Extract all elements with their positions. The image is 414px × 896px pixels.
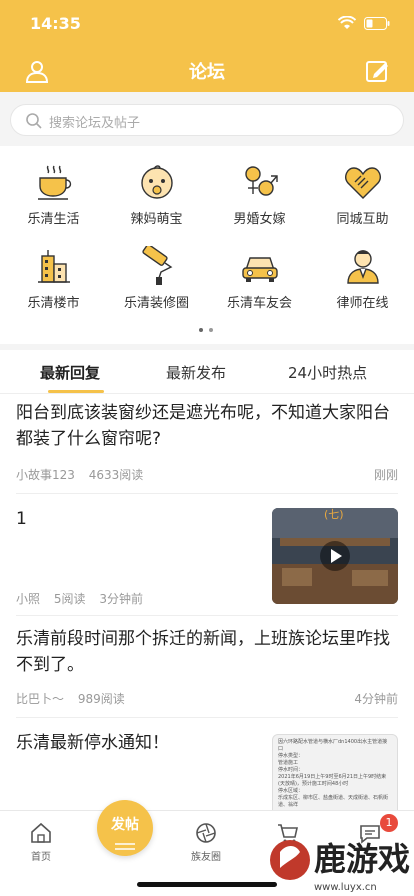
post-feed: 阳台到底该装窗纱还是遮光布呢，不知道大家阳台都装了什么窗帘呢? 小故事123 4…	[0, 394, 414, 810]
tabbar-friends-label: 族友圈	[191, 852, 221, 863]
category-label: 辣妈萌宝	[130, 212, 183, 227]
page-dot-active	[199, 328, 203, 332]
category-item-baby[interactable]: 辣妈萌宝	[105, 146, 208, 227]
tabbar-home[interactable]: 首页	[11, 821, 71, 863]
watermark-brand: 鹿游戏	[314, 840, 410, 878]
post-item[interactable]: 乐清最新停水通知！ 因六环路配水管道与横水厂dn1400出水主管道接口 停水类型…	[16, 718, 398, 810]
status-bar: 14:35	[0, 0, 414, 44]
category-label: 乐清车友会	[226, 296, 292, 311]
handshake-heart-icon	[343, 162, 383, 202]
category-label: 同城互助	[336, 212, 389, 227]
tabbar-friends[interactable]: 族友圈	[176, 821, 236, 863]
post-time: 3分钟前	[99, 592, 143, 606]
battery-icon	[364, 16, 390, 30]
tabbar-home-label: 首页	[31, 852, 51, 863]
category-item-marriage[interactable]: 男婚女嫁	[208, 146, 311, 227]
post-meta: 比巴卜～ 989阅读	[16, 690, 135, 707]
nav-bar: 论坛	[0, 48, 414, 92]
search-input[interactable]: 搜索论坛及帖子	[10, 104, 404, 136]
paint-roller-icon	[137, 244, 177, 286]
new-post-button[interactable]: 发帖	[97, 800, 153, 856]
notice-line: 停水类型：	[278, 753, 304, 759]
thumb-caption: (七)	[324, 508, 344, 521]
notice-line: 管道施工	[278, 760, 299, 766]
notice-line: 停水时间：	[278, 767, 304, 773]
post-reads: 4633阅读	[88, 468, 144, 482]
notice-line: 乐成东区、柳市区、盐盘街道、天成街道、石帆街道、翁垟	[278, 795, 389, 808]
compose-icon[interactable]	[364, 58, 390, 84]
wifi-icon	[338, 16, 356, 30]
coffee-cup-icon	[34, 162, 74, 202]
notice-line: 2021年6月19日上午9时至6月21日上午9时结束(天放晴)，预计施工时间48…	[278, 774, 387, 787]
notice-line: 因六环路配水管道与横水厂dn1400出水主管道接口	[278, 739, 388, 752]
watermark-logo: 鹿游戏 www.luyx.cn	[268, 824, 414, 896]
post-title: 阳台到底该装窗纱还是遮光布呢，不知道大家阳台都装了什么窗帘呢?	[16, 403, 390, 449]
video-thumbnail[interactable]: (七)	[272, 508, 398, 604]
lawyer-icon	[343, 246, 383, 286]
post-title: 乐清前段时间那个拆迁的新闻，上班族论坛里咋找不到了。	[16, 629, 390, 675]
watermark-url: www.luyx.cn	[314, 882, 377, 893]
category-item-life[interactable]: 乐清生活	[2, 146, 105, 227]
category-grid: 乐清生活 辣妈萌宝 男婚女嫁 同城互助 乐清楼市 乐清装修圈 乐清车友会 律师在…	[0, 146, 414, 344]
post-time: 4分钟前	[354, 692, 398, 706]
feed-tabs: 最新回复 最新发布 24小时热点	[0, 350, 414, 394]
post-meta: 小故事123 4633阅读	[16, 466, 153, 483]
category-item-decoration[interactable]: 乐清装修圈	[105, 230, 208, 311]
app-header: 14:35 论坛	[0, 0, 414, 92]
post-reads: 989阅读	[77, 692, 125, 706]
aperture-icon	[194, 821, 218, 845]
post-time: 刚刚	[373, 468, 398, 482]
category-item-housing[interactable]: 乐清楼市	[2, 230, 105, 311]
car-icon	[240, 246, 280, 286]
search-placeholder: 搜索论坛及帖子	[49, 116, 141, 131]
notice-line: 停水区域：	[278, 788, 304, 794]
gender-symbols-icon	[240, 162, 280, 202]
post-meta: 小照 5阅读 3分钟前	[16, 590, 153, 607]
category-label: 乐清装修圈	[123, 296, 189, 311]
tab-latest-reply[interactable]: 最新回复	[40, 362, 100, 383]
tab-24h-hot[interactable]: 24小时热点	[288, 362, 367, 383]
status-icons	[338, 16, 390, 30]
search-bar: 搜索论坛及帖子	[0, 92, 414, 144]
category-label: 男婚女嫁	[233, 212, 286, 227]
post-author: 比巴卜～	[16, 692, 65, 706]
category-item-car[interactable]: 乐清车友会	[208, 230, 311, 311]
post-author: 小故事123	[16, 468, 75, 482]
menu-lines-icon	[115, 836, 135, 855]
post-item[interactable]: 阳台到底该装窗纱还是遮光布呢，不知道大家阳台都装了什么窗帘呢? 小故事123 4…	[16, 400, 398, 494]
page-indicator	[199, 328, 213, 332]
search-icon	[25, 112, 43, 130]
buildings-icon	[34, 246, 74, 286]
baby-face-icon	[137, 162, 177, 202]
new-post-label: 发帖	[111, 817, 139, 833]
category-item-help[interactable]: 同城互助	[311, 146, 414, 227]
home-indicator	[137, 882, 277, 887]
category-label: 律师在线	[336, 296, 389, 311]
page-dot	[209, 328, 213, 332]
category-label: 乐清生活	[27, 212, 80, 227]
tab-latest-post[interactable]: 最新发布	[166, 362, 226, 383]
post-item[interactable]: 1 小照 5阅读 3分钟前 (七)	[16, 494, 398, 616]
page-title: 论坛	[189, 62, 225, 83]
notice-thumbnail[interactable]: 因六环路配水管道与横水厂dn1400出水主管道接口 停水类型： 管道施工 停水时…	[272, 734, 398, 810]
category-label: 乐清楼市	[27, 296, 80, 311]
post-item[interactable]: 乐清前段时间那个拆迁的新闻，上班族论坛里咋找不到了。 比巴卜～ 989阅读 4分…	[16, 616, 398, 718]
active-tab-underline	[48, 390, 104, 393]
post-reads: 5阅读	[53, 592, 86, 606]
post-author: 小照	[16, 592, 41, 606]
status-time: 14:35	[30, 14, 81, 33]
category-item-lawyer[interactable]: 律师在线	[311, 230, 414, 311]
home-icon	[29, 821, 53, 845]
